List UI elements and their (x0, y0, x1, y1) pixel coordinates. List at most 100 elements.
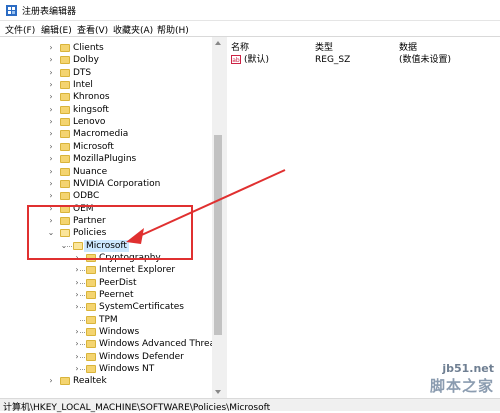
column-header-name[interactable]: 名称 (231, 40, 249, 53)
tree-item[interactable]: › Windows Advanced Threat P (0, 338, 224, 350)
chevron-down-icon[interactable]: ⌄ (47, 227, 55, 239)
tree-item[interactable]: › DTS (0, 67, 212, 79)
tree-item[interactable]: › Cryptography (0, 252, 212, 264)
tree-item[interactable]: › PeerDist (0, 277, 212, 289)
chevron-right-icon[interactable]: › (47, 178, 55, 190)
tree-connector (80, 282, 85, 284)
tree-item-label: OEM (73, 203, 94, 214)
tree-connector (80, 344, 85, 346)
tree-item[interactable]: › Microsoft (0, 141, 212, 153)
folder-icon (60, 142, 70, 151)
tree-connector (67, 245, 72, 247)
folder-icon (86, 340, 96, 349)
tree-item-label: Microsoft (84, 239, 129, 252)
folder-icon (86, 365, 96, 374)
folder-icon (86, 253, 96, 262)
folder-icon (86, 303, 96, 312)
tree-item-label: Realtek (73, 376, 107, 387)
tree-item-label: Windows Advanced Threat P (99, 339, 224, 350)
tree-item[interactable]: › Khronos (0, 91, 212, 103)
tree-item[interactable]: › Windows (0, 326, 212, 338)
tree-item-label: TPM (99, 314, 118, 325)
tree-item-label: ODBC (73, 191, 100, 202)
chevron-right-icon[interactable]: › (47, 54, 55, 66)
tree-item-label: NVIDIA Corporation (73, 178, 161, 189)
folder-icon (60, 192, 70, 201)
tree-connector (80, 257, 85, 259)
tree-connector (80, 332, 85, 334)
tree-item-label: Partner (73, 215, 106, 226)
menu-favorites[interactable]: 收藏夹(A) (113, 23, 153, 36)
chevron-right-icon[interactable]: › (47, 141, 55, 153)
chevron-right-icon[interactable]: › (47, 104, 55, 116)
scrollbar-thumb[interactable] (214, 135, 222, 335)
status-bar: 计算机\HKEY_LOCAL_MACHINE\SOFTWARE\Policies… (0, 398, 500, 413)
tree-item[interactable]: › Clients (0, 42, 212, 54)
chevron-right-icon[interactable]: › (47, 42, 55, 54)
chevron-right-icon[interactable]: › (47, 166, 55, 178)
column-header-type[interactable]: 类型 (315, 40, 333, 53)
tree-connector (80, 270, 85, 272)
tree-item[interactable]: › NVIDIA Corporation (0, 178, 212, 190)
tree-item[interactable]: › kingsoft (0, 104, 212, 116)
menu-file[interactable]: 文件(F) (5, 23, 35, 36)
tree-item[interactable]: › Nuance (0, 166, 212, 178)
chevron-right-icon[interactable]: › (47, 91, 55, 103)
tree-item[interactable]: › Peernet (0, 289, 212, 301)
tree-item[interactable]: › ODBC (0, 190, 212, 202)
tree-connector (80, 319, 85, 321)
chevron-right-icon[interactable]: › (47, 203, 55, 215)
value-data: (数值未设置) (399, 55, 452, 65)
value-type: REG_SZ (315, 55, 351, 65)
tree-scrollbar[interactable] (212, 37, 224, 398)
tree-item[interactable]: › Realtek (0, 375, 212, 387)
tree-item[interactable]: › Windows Defender (0, 351, 212, 363)
folder-icon (60, 81, 70, 90)
scroll-down-icon[interactable] (215, 390, 221, 394)
tree-item[interactable]: ⌄ Policies (0, 227, 212, 239)
value-name: (默认) (244, 55, 270, 65)
watermark-name: 脚本之家 (429, 377, 494, 395)
chevron-right-icon[interactable]: › (47, 190, 55, 202)
tree-item-label: MozillaPlugins (73, 154, 137, 165)
tree-item-label: Intel (73, 80, 93, 91)
tree-item[interactable]: › Dolby (0, 54, 212, 66)
value-list[interactable]: 名称 类型 数据 ab (默认) REG_SZ (数值未设置) (227, 37, 500, 398)
tree-item-label: Lenovo (73, 117, 106, 128)
tree-item[interactable]: › Macromedia (0, 128, 212, 140)
tree-item[interactable]: TPM (0, 314, 212, 326)
watermark-url: jb51.net (442, 362, 494, 375)
value-row[interactable]: ab (默认) REG_SZ (数值未设置) (227, 54, 500, 66)
chevron-right-icon[interactable]: › (47, 116, 55, 128)
tree-item[interactable]: › SystemCertificates (0, 301, 212, 313)
menu-view[interactable]: 查看(V) (77, 23, 108, 36)
folder-icon (60, 93, 70, 102)
column-header-data[interactable]: 数据 (399, 40, 417, 53)
status-path: 计算机\HKEY_LOCAL_MACHINE\SOFTWARE\Policies… (3, 403, 271, 413)
menu-edit[interactable]: 编辑(E) (41, 23, 72, 36)
folder-icon (86, 266, 96, 275)
tree-item[interactable]: › Partner (0, 215, 212, 227)
tree-item[interactable]: › MozillaPlugins (0, 153, 212, 165)
chevron-right-icon[interactable]: › (47, 153, 55, 165)
tree-item[interactable]: › Windows NT (0, 363, 212, 375)
chevron-right-icon[interactable]: › (47, 128, 55, 140)
tree-item-label: Windows (99, 327, 140, 338)
registry-tree[interactable]: › Clients › Dolby › DTS › Intel › Khronos › kingsof… (0, 37, 224, 398)
chevron-right-icon[interactable]: › (47, 215, 55, 227)
chevron-right-icon[interactable]: › (47, 79, 55, 91)
chevron-right-icon[interactable]: › (47, 67, 55, 79)
scroll-up-icon[interactable] (215, 41, 221, 45)
menu-help[interactable]: 帮助(H) (157, 23, 189, 36)
tree-item[interactable]: ⌄ Microsoft (0, 239, 212, 252)
tree-item-label: PeerDist (99, 277, 137, 288)
tree-item[interactable]: › OEM (0, 203, 212, 215)
tree-item[interactable]: › Intel (0, 79, 212, 91)
folder-icon (60, 105, 70, 114)
tree-item[interactable]: › Lenovo (0, 116, 212, 128)
tree-item-label: Windows NT (99, 364, 155, 375)
chevron-right-icon[interactable]: › (47, 375, 55, 387)
registry-editor-icon (6, 5, 17, 16)
tree-item[interactable]: › Internet Explorer (0, 264, 212, 276)
string-value-icon: ab (231, 55, 241, 64)
